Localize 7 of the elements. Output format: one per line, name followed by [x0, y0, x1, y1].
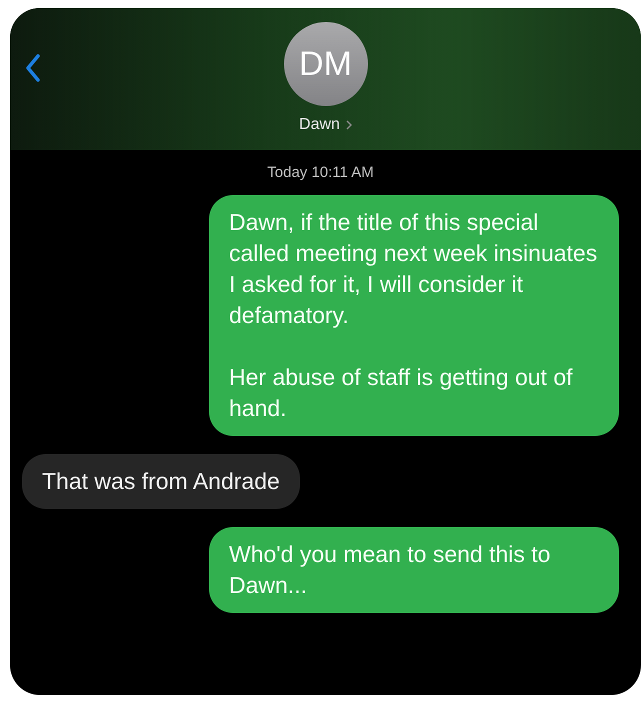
- message-bubble: Who'd you mean to send this to Dawn...: [209, 527, 619, 613]
- message-bubble: That was from Andrade: [22, 454, 300, 509]
- message-bubble: Dawn, if the title of this special called meeting next week insinuates I asked for it, I will consider it defamatory. Her abuse of staff is getting out of hand.: [209, 195, 619, 436]
- back-icon[interactable]: [25, 54, 41, 82]
- contact-name[interactable]: Dawn: [299, 116, 340, 134]
- chevron-icon: [346, 120, 352, 130]
- timestamp: Today 10:11 AM: [266, 164, 375, 181]
